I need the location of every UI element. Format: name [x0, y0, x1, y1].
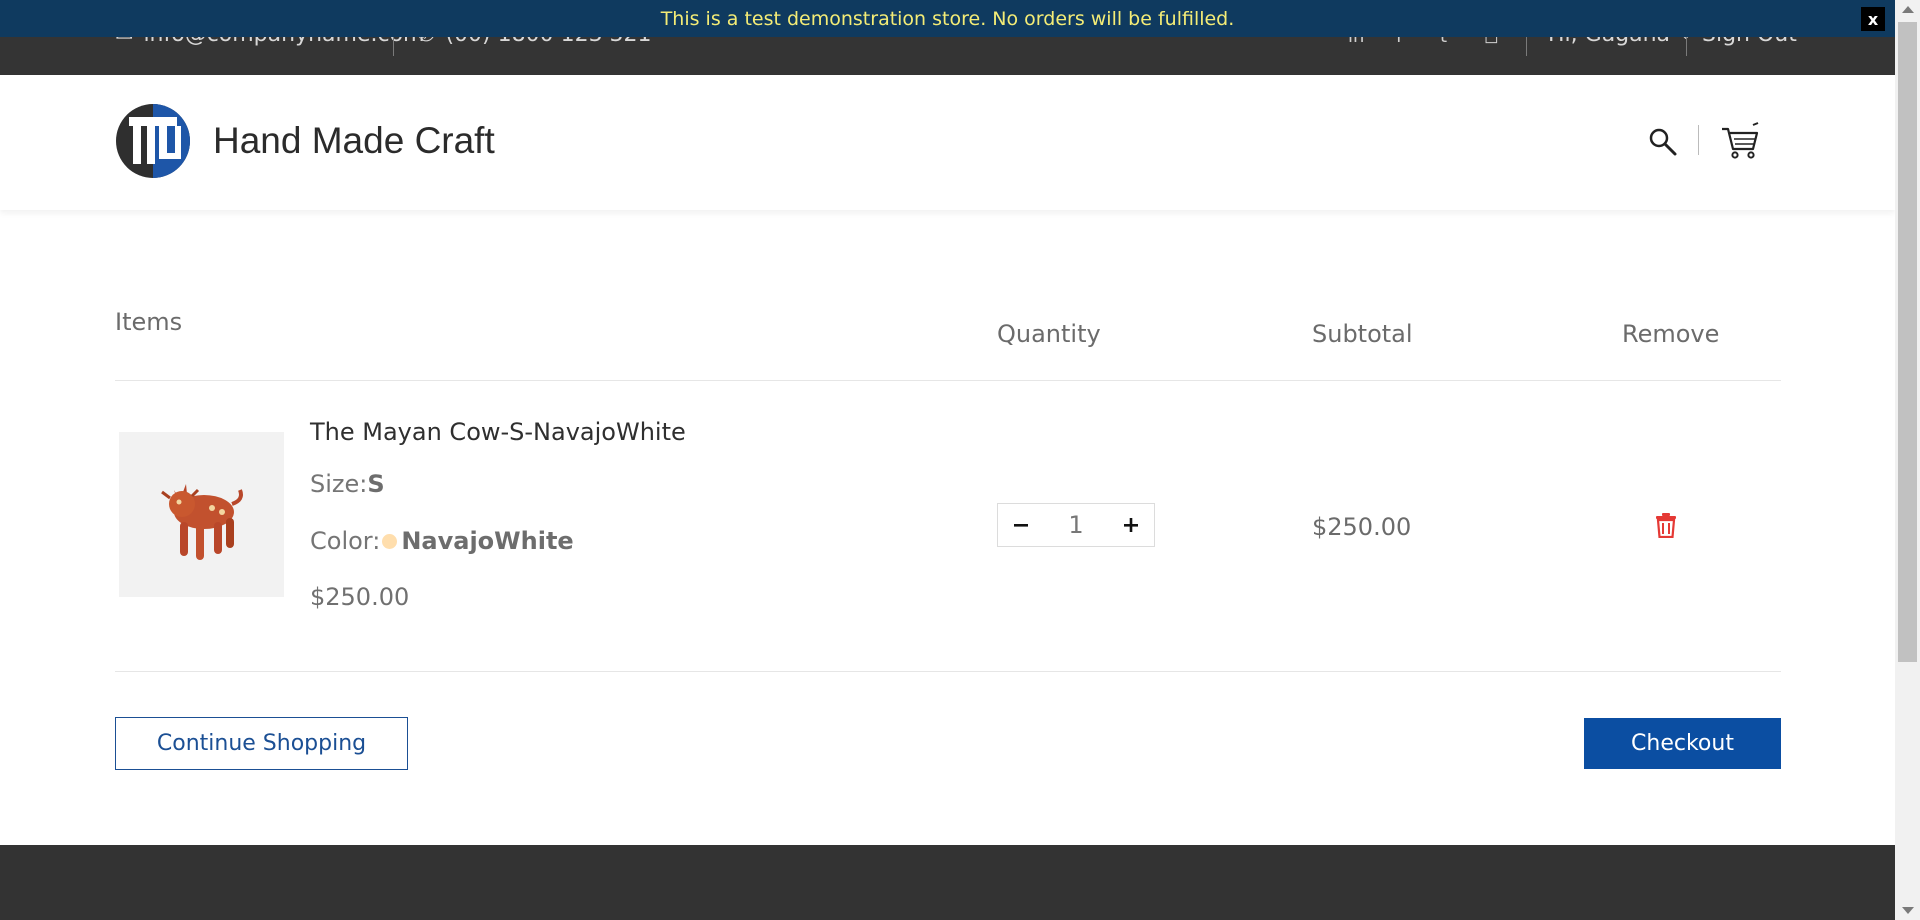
color-label: Color:	[310, 527, 381, 555]
product-color: Color: NavajoWhite	[310, 527, 574, 555]
scroll-down-arrow-icon[interactable]	[1902, 907, 1914, 914]
banner-message: This is a test demonstration store. No o…	[660, 7, 1235, 30]
size-label: Size:	[310, 470, 368, 498]
page-scrollbar[interactable]	[1895, 0, 1920, 920]
color-swatch	[382, 533, 398, 549]
decrease-quantity-button[interactable]	[998, 504, 1044, 546]
table-divider	[115, 380, 1781, 381]
header-divider	[1698, 125, 1699, 155]
column-header-subtotal: Subtotal	[1312, 320, 1413, 348]
color-value: NavajoWhite	[401, 527, 574, 555]
banner-close-button[interactable]: x	[1861, 7, 1885, 31]
line-subtotal: $250.00	[1312, 513, 1412, 541]
shopping-cart-icon[interactable]	[1720, 121, 1760, 161]
brand-logo-icon[interactable]	[115, 103, 191, 179]
column-header-items: Items	[115, 308, 183, 336]
scrollbar-thumb[interactable]	[1898, 22, 1917, 662]
search-icon[interactable]	[1648, 127, 1678, 157]
checkout-button[interactable]: Checkout	[1584, 718, 1781, 769]
scroll-up-arrow-icon[interactable]	[1902, 6, 1914, 13]
brand-name[interactable]: Hand Made Craft	[213, 120, 495, 162]
increase-quantity-button[interactable]	[1108, 504, 1154, 546]
product-size: Size:S	[310, 470, 385, 498]
size-value: S	[367, 470, 385, 498]
page-viewport: ✉ info@companyname.com ✆ (00) 1800 123 3…	[0, 0, 1895, 920]
column-header-quantity: Quantity	[997, 320, 1101, 348]
column-header-remove: Remove	[1622, 320, 1720, 348]
product-name[interactable]: The Mayan Cow-S-NavajoWhite	[310, 418, 686, 446]
minus-icon	[1014, 524, 1028, 527]
site-header: Hand Made Craft	[0, 75, 1895, 210]
trash-icon[interactable]	[1654, 512, 1678, 538]
quantity-value[interactable]: 1	[1068, 511, 1083, 539]
table-divider	[115, 671, 1781, 672]
footer	[0, 845, 1895, 920]
quantity-stepper: 1	[997, 503, 1155, 547]
continue-shopping-button[interactable]: Continue Shopping	[115, 717, 408, 770]
product-thumbnail[interactable]	[119, 432, 284, 597]
product-image	[160, 483, 243, 560]
unit-price: $250.00	[310, 583, 410, 611]
demo-store-banner: This is a test demonstration store. No o…	[0, 0, 1895, 37]
plus-icon	[1124, 518, 1138, 532]
